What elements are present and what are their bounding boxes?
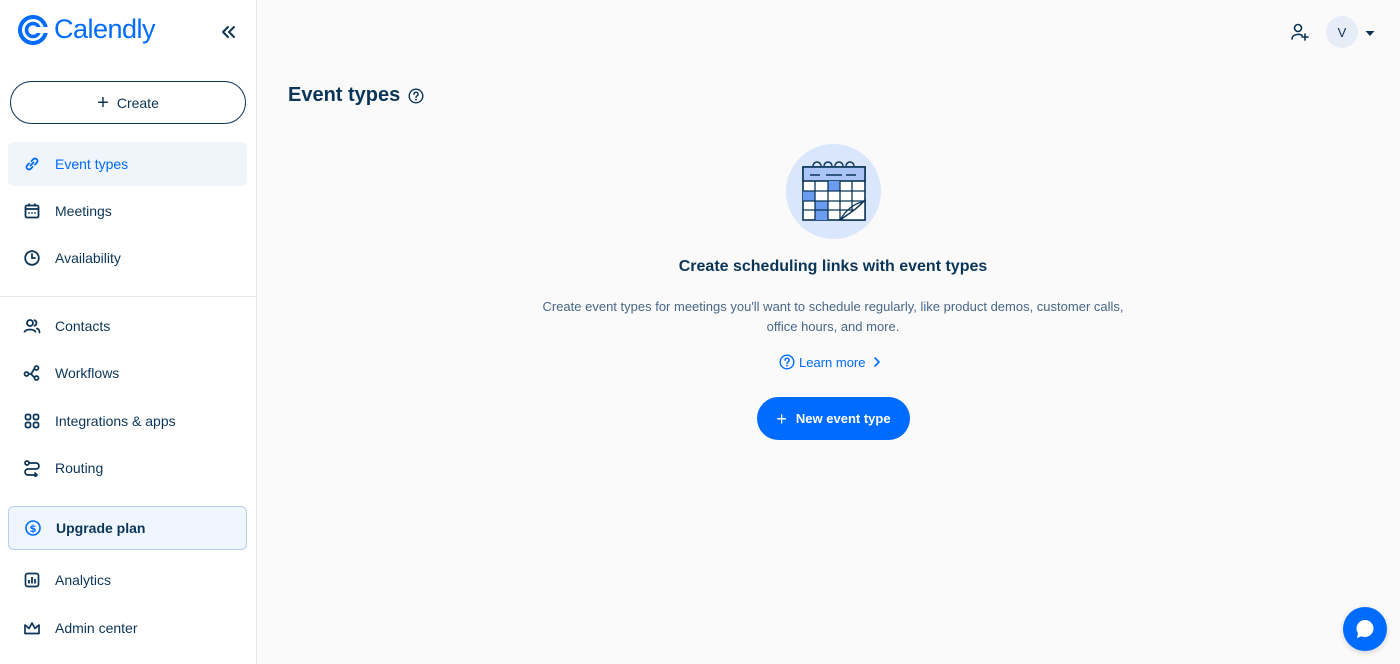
clock-icon xyxy=(23,249,41,267)
create-button-label: Create xyxy=(116,94,159,111)
add-user-icon xyxy=(1291,23,1309,41)
question-circle-icon xyxy=(779,354,795,370)
sidebar-item-admin-center[interactable]: Admin center xyxy=(8,606,247,650)
chat-bubble-icon xyxy=(1356,620,1374,638)
calendar-illustration-icon xyxy=(802,161,866,221)
page-title-text: Event types xyxy=(288,84,401,106)
sidebar-item-label: Routing xyxy=(55,460,104,476)
new-event-type-button[interactable]: + New event type xyxy=(757,397,910,440)
new-event-type-label: New event type xyxy=(795,411,891,426)
contacts-icon xyxy=(23,317,41,335)
empty-state-description-line: Create event types for meetings you'll w… xyxy=(542,299,1124,314)
plus-icon: + xyxy=(776,408,787,429)
sidebar-item-meetings[interactable]: Meetings xyxy=(8,189,247,233)
apps-grid-icon xyxy=(23,412,41,430)
crown-icon xyxy=(23,619,41,637)
calendar-illustration xyxy=(786,144,881,239)
link-icon xyxy=(23,155,41,173)
sidebar-item-label: Contacts xyxy=(55,318,111,334)
sidebar-item-routing[interactable]: Routing xyxy=(8,446,247,490)
sidebar-item-integrations[interactable]: Integrations & apps xyxy=(8,399,247,443)
empty-state-description: Create event types for meetings you'll w… xyxy=(513,297,1153,337)
sidebar-item-workflows[interactable]: Workflows xyxy=(8,351,247,395)
sidebar-item-label: Workflows xyxy=(55,365,120,381)
sidebar-item-availability[interactable]: Availability xyxy=(8,236,247,280)
sidebar-item-label: Admin center xyxy=(55,620,138,636)
calendar-icon xyxy=(23,202,41,220)
sidebar-item-label: Upgrade plan xyxy=(56,520,146,536)
sidebar-item-upgrade-plan[interactable]: $ Upgrade plan xyxy=(8,506,247,550)
sidebar-item-label: Integrations & apps xyxy=(55,413,176,429)
logo-text: Calendly xyxy=(54,14,156,44)
learn-more-link[interactable]: Learn more xyxy=(779,353,881,371)
caret-down-icon xyxy=(1365,31,1375,36)
empty-state-description-line: office hours, and more. xyxy=(766,319,900,334)
chat-support-button[interactable] xyxy=(1343,607,1387,651)
sidebar-item-label: Availability xyxy=(55,250,121,266)
help-icon[interactable] xyxy=(408,87,424,104)
sidebar-item-contacts[interactable]: Contacts xyxy=(8,304,247,348)
account-menu-toggle[interactable] xyxy=(1364,26,1376,38)
chevron-right-icon xyxy=(874,357,881,367)
calendly-logo[interactable]: Calendly xyxy=(18,14,156,45)
workflows-icon xyxy=(23,364,41,382)
dollar-icon: $ xyxy=(24,519,42,537)
create-button[interactable]: + Create xyxy=(10,81,246,124)
analytics-icon xyxy=(23,571,41,589)
sidebar-divider xyxy=(0,296,256,297)
sidebar: Calendly + Create Event types Meetings A… xyxy=(0,0,257,664)
empty-state-title: Create scheduling links with event types xyxy=(678,258,988,275)
calendly-logo-icon xyxy=(18,14,48,45)
invite-user-button[interactable] xyxy=(1288,20,1312,44)
collapse-sidebar-button[interactable] xyxy=(216,20,240,44)
avatar[interactable]: V xyxy=(1326,16,1358,48)
svg-text:$: $ xyxy=(30,524,37,535)
routing-icon xyxy=(23,459,41,477)
page-title: Event types xyxy=(288,84,424,107)
sidebar-item-label: Meetings xyxy=(55,203,112,219)
double-chevron-left-icon xyxy=(222,26,235,38)
learn-more-label: Learn more xyxy=(799,354,866,370)
sidebar-item-label: Event types xyxy=(55,156,129,172)
sidebar-item-analytics[interactable]: Analytics xyxy=(8,558,247,602)
plus-icon: + xyxy=(97,91,109,114)
sidebar-item-label: Analytics xyxy=(55,572,112,588)
sidebar-item-event-types[interactable]: Event types xyxy=(8,142,247,186)
